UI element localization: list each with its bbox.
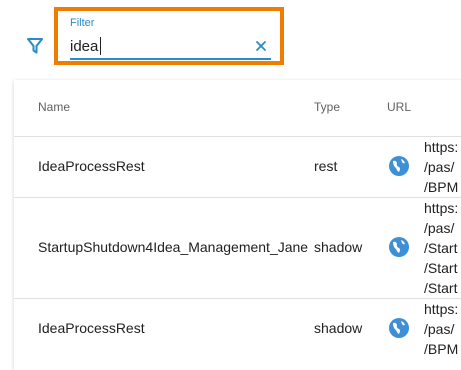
url-line: /BPM [424, 179, 459, 195]
row-type: rest [314, 158, 338, 174]
url-line: /BPM [424, 341, 459, 357]
url-line: /Start [424, 240, 458, 256]
header-type[interactable]: Type [314, 100, 340, 114]
url-line: /Start [424, 280, 458, 296]
row-name: StartupShutdown4Idea_Management_Jane [38, 239, 309, 255]
filter-icon[interactable] [26, 37, 44, 55]
table-row[interactable]: IdeaProcessRest rest https: /pas/ /BPM [14, 137, 461, 198]
table-row[interactable]: IdeaProcessRest shadow https: /pas/ /BPM [14, 299, 461, 370]
url-line: https: [424, 200, 459, 216]
globe-icon[interactable] [388, 155, 410, 177]
row-type: shadow [314, 320, 363, 336]
row-url[interactable]: https: /pas/ /BPM [424, 137, 458, 197]
results-table: Name Type URL IdeaProcessRest rest https… [14, 80, 461, 370]
url-line: /pas/ [424, 159, 455, 175]
globe-icon[interactable] [388, 317, 410, 339]
row-type: shadow [314, 239, 363, 255]
header-name[interactable]: Name [38, 100, 70, 114]
url-line: https: [424, 301, 459, 317]
header-url[interactable]: URL [387, 100, 411, 114]
filter-input[interactable] [70, 35, 240, 57]
filter-label: Filter [70, 17, 95, 29]
url-line: /Start [424, 260, 458, 276]
table-row[interactable]: StartupShutdown4Idea_Management_Jane sha… [14, 198, 461, 299]
filter-underline [70, 58, 271, 60]
text-caret [100, 37, 101, 55]
row-url[interactable]: https: /pas/ /BPM [424, 299, 458, 359]
table-header: Name Type URL [14, 80, 461, 137]
url-line: https: [424, 139, 459, 155]
clear-icon[interactable] [254, 39, 268, 53]
globe-icon[interactable] [388, 236, 410, 258]
url-line: /pas/ [424, 220, 455, 236]
row-name: IdeaProcessRest [38, 320, 145, 336]
row-name: IdeaProcessRest [38, 158, 145, 174]
url-line: /pas/ [424, 321, 455, 337]
row-url[interactable]: https: /pas/ /Start /Start /Start [424, 198, 458, 298]
filter-field: Filter [70, 15, 271, 60]
